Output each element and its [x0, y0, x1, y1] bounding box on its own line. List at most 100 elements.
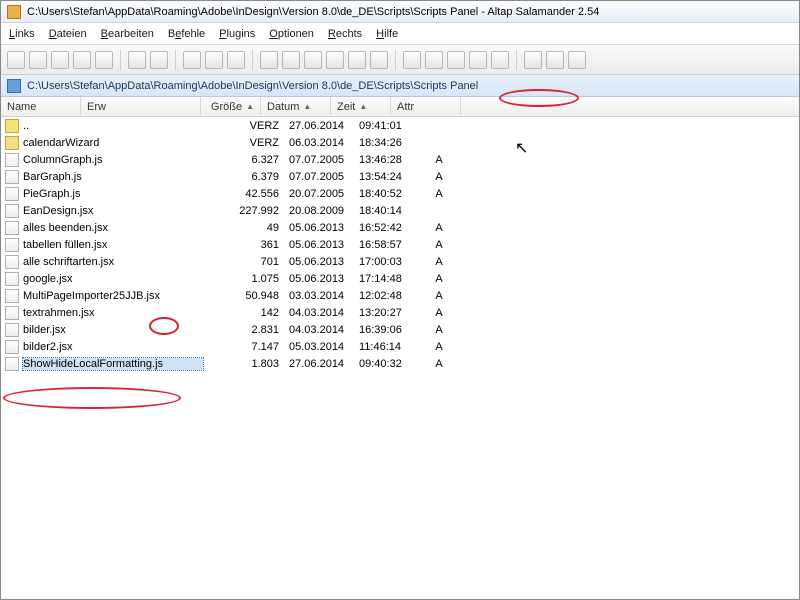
- file-size: 6.379: [229, 171, 279, 183]
- file-date: 06.03.2014: [279, 137, 353, 149]
- file-name: ColumnGraph.js: [23, 154, 203, 166]
- tb-icon[interactable]: [491, 51, 509, 69]
- tb-icon[interactable]: [7, 51, 25, 69]
- file-icon: [5, 255, 19, 269]
- file-name: ShowHideLocalFormatting.js: [23, 358, 203, 370]
- file-date: 05.06.2013: [279, 256, 353, 268]
- annotation-circle: [3, 387, 181, 409]
- file-attr: A: [409, 256, 469, 268]
- file-date: 20.07.2005: [279, 188, 353, 200]
- file-name: textrahmen.jsx: [23, 307, 203, 319]
- header-attr[interactable]: Attr: [391, 97, 461, 116]
- tb-icon[interactable]: [546, 51, 564, 69]
- menu-bearbeiten[interactable]: Bearbeiten: [101, 28, 154, 40]
- file-size: 701: [229, 256, 279, 268]
- file-size: 227.992: [229, 205, 279, 217]
- menu-plugins[interactable]: Plugins: [219, 28, 255, 40]
- file-attr: A: [409, 341, 469, 353]
- table-row[interactable]: ..VERZ27.06.201409:41:01: [1, 117, 799, 134]
- file-icon: [5, 323, 19, 337]
- file-time: 18:40:14: [353, 205, 409, 217]
- tb-icon[interactable]: [29, 51, 47, 69]
- table-row[interactable]: bilder2.jsx7.14705.03.201411:46:14A: [1, 338, 799, 355]
- file-name: PieGraph.js: [23, 188, 203, 200]
- tb-icon[interactable]: [326, 51, 344, 69]
- table-row[interactable]: textrahmen.jsx14204.03.201413:20:27A: [1, 304, 799, 321]
- tb-icon[interactable]: [183, 51, 201, 69]
- tb-icon[interactable]: [304, 51, 322, 69]
- tb-icon[interactable]: [51, 51, 69, 69]
- tb-icon[interactable]: [150, 51, 168, 69]
- file-time: 09:41:01: [353, 120, 409, 132]
- toolbar-sep: [120, 50, 121, 70]
- menu-optionen[interactable]: Optionen: [269, 28, 314, 40]
- tb-icon[interactable]: [425, 51, 443, 69]
- file-time: 17:00:03: [353, 256, 409, 268]
- tb-icon[interactable]: [260, 51, 278, 69]
- table-row[interactable]: alles beenden.jsx4905.06.201316:52:42A: [1, 219, 799, 236]
- tb-icon[interactable]: [524, 51, 542, 69]
- file-size: 1.075: [229, 273, 279, 285]
- file-time: 16:58:57: [353, 239, 409, 251]
- file-list: ..VERZ27.06.201409:41:01calendarWizardVE…: [1, 117, 799, 372]
- sort-arrow-icon: ▲: [359, 102, 367, 111]
- table-row[interactable]: alle schriftarten.jsx70105.06.201317:00:…: [1, 253, 799, 270]
- table-row[interactable]: calendarWizardVERZ06.03.201418:34:26: [1, 134, 799, 151]
- table-row[interactable]: tabellen füllen.jsx36105.06.201316:58:57…: [1, 236, 799, 253]
- app-icon: [7, 5, 21, 19]
- table-row[interactable]: google.jsx1.07505.06.201317:14:48A: [1, 270, 799, 287]
- sort-arrow-icon: ▲: [246, 102, 254, 111]
- menu-hilfe[interactable]: Hilfe: [376, 28, 398, 40]
- table-row[interactable]: ColumnGraph.js6.32707.07.200513:46:28A: [1, 151, 799, 168]
- header-date[interactable]: Datum▲: [261, 97, 331, 116]
- header-time[interactable]: Zeit▲: [331, 97, 391, 116]
- tb-icon[interactable]: [403, 51, 421, 69]
- table-row[interactable]: bilder.jsx2.83104.03.201416:39:06A: [1, 321, 799, 338]
- toolbar-sep: [175, 50, 176, 70]
- file-icon: [5, 170, 19, 184]
- tb-icon[interactable]: [447, 51, 465, 69]
- file-icon: [5, 272, 19, 286]
- table-row[interactable]: MultiPageImporter25JJB.jsx50.94803.03.20…: [1, 287, 799, 304]
- tb-icon[interactable]: [568, 51, 586, 69]
- menu-links[interactable]: Links: [9, 28, 35, 40]
- header-size[interactable]: Größe▲: [201, 97, 261, 116]
- path-bar[interactable]: C:\Users\Stefan\AppData\Roaming\Adobe\In…: [1, 75, 799, 97]
- file-date: 03.03.2014: [279, 290, 353, 302]
- tb-icon[interactable]: [348, 51, 366, 69]
- file-attr: A: [409, 154, 469, 166]
- menu-befehle[interactable]: Befehle: [168, 28, 205, 40]
- menu-rechts[interactable]: Rechts: [328, 28, 362, 40]
- file-attr: A: [409, 290, 469, 302]
- tb-icon[interactable]: [282, 51, 300, 69]
- tb-icon[interactable]: [227, 51, 245, 69]
- table-row[interactable]: BarGraph.js6.37907.07.200513:54:24A: [1, 168, 799, 185]
- file-date: 27.06.2014: [279, 120, 353, 132]
- tb-icon[interactable]: [128, 51, 146, 69]
- column-headers: Name Erw Größe▲ Datum▲ Zeit▲ Attr: [1, 97, 799, 117]
- menubar: Links Dateien Bearbeiten Befehle Plugins…: [1, 23, 799, 45]
- file-date: 04.03.2014: [279, 324, 353, 336]
- tb-icon[interactable]: [205, 51, 223, 69]
- sort-arrow-icon: ▲: [303, 102, 311, 111]
- header-erw[interactable]: Erw: [81, 97, 201, 116]
- file-size: 6.327: [229, 154, 279, 166]
- tb-icon[interactable]: [370, 51, 388, 69]
- header-name[interactable]: Name: [1, 97, 81, 116]
- table-row[interactable]: PieGraph.js42.55620.07.200518:40:52A: [1, 185, 799, 202]
- table-row[interactable]: ShowHideLocalFormatting.js1.80327.06.201…: [1, 355, 799, 372]
- file-icon: [5, 340, 19, 354]
- tb-icon[interactable]: [469, 51, 487, 69]
- titlebar[interactable]: C:\Users\Stefan\AppData\Roaming\Adobe\In…: [1, 1, 799, 23]
- file-name: tabellen füllen.jsx: [23, 239, 203, 251]
- file-date: 04.03.2014: [279, 307, 353, 319]
- tb-icon[interactable]: [95, 51, 113, 69]
- file-date: 20.08.2009: [279, 205, 353, 217]
- file-icon: [5, 221, 19, 235]
- tb-icon[interactable]: [73, 51, 91, 69]
- file-icon: [5, 306, 19, 320]
- menu-dateien[interactable]: Dateien: [49, 28, 87, 40]
- file-size: 42.556: [229, 188, 279, 200]
- file-attr: A: [409, 273, 469, 285]
- table-row[interactable]: EanDesign.jsx227.99220.08.200918:40:14: [1, 202, 799, 219]
